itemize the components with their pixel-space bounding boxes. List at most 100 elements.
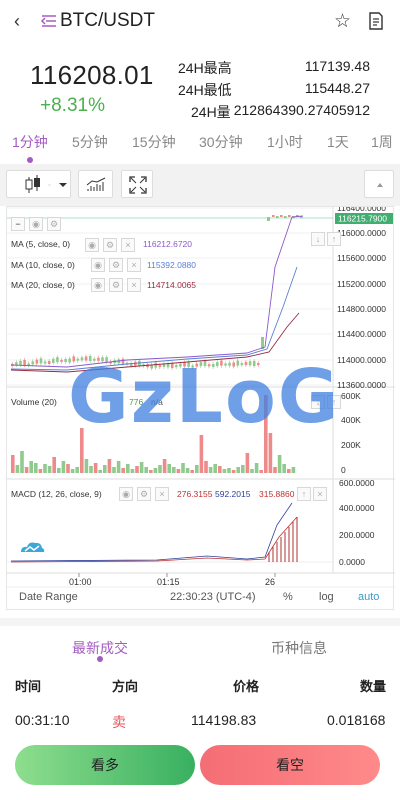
macd-value: 276.3155 xyxy=(177,489,213,499)
volume-bar xyxy=(20,451,24,473)
eye-icon[interactable]: ◉ xyxy=(91,278,105,292)
switch-pair-icon[interactable] xyxy=(40,14,58,28)
macd-signal-value: 592.2015 xyxy=(215,489,251,499)
arrow-down-icon[interactable]: ↓ xyxy=(311,232,325,246)
volume-bar xyxy=(250,469,254,473)
volume-bar xyxy=(107,459,112,473)
trade-amount: 0.018168 xyxy=(327,712,386,728)
indicator-icon xyxy=(86,177,106,191)
volume-bar xyxy=(47,466,52,473)
macd-legend: MACD (12, 26, close, 9) 276.3155 592.201… xyxy=(11,487,294,501)
indicator-ma10: MA (10, close, 0) 115392.0880 xyxy=(11,258,196,272)
chart-toolbar xyxy=(0,164,400,206)
document-icon[interactable] xyxy=(368,12,384,30)
stat-value: 212864390.27405912 xyxy=(233,102,370,118)
collapse-legend-button[interactable]: − xyxy=(11,217,25,231)
volume-bar xyxy=(176,469,181,473)
macd-tick-label: 0.0000 xyxy=(339,557,365,567)
price-tick-label: 114800.0000 xyxy=(337,304,386,314)
indicator-label: MA (5, close, 0) xyxy=(11,239,71,249)
indicators-button[interactable] xyxy=(78,170,113,198)
log-scale-button[interactable]: log xyxy=(319,591,334,603)
close-icon[interactable]: × xyxy=(127,258,141,272)
volume-bar xyxy=(98,470,102,473)
stat-label: 24H最高 xyxy=(178,60,232,76)
candle xyxy=(64,359,67,362)
macd-label: MACD (12, 26, close, 9) xyxy=(11,489,102,499)
active-tab-indicator xyxy=(97,656,103,662)
tab-1m[interactable]: 1分钟 xyxy=(12,132,48,152)
scroll-up-icon[interactable]: ↑ xyxy=(327,232,341,246)
eye-icon[interactable]: ◉ xyxy=(29,217,43,231)
volume-bar xyxy=(245,453,250,473)
fullscreen-button[interactable] xyxy=(121,170,153,198)
tab-15m[interactable]: 15分钟 xyxy=(132,132,176,152)
volume-bar xyxy=(273,467,277,473)
price-tick-label: 116000.0000 xyxy=(337,228,386,238)
volume-bar xyxy=(199,435,204,473)
tab-coin-info[interactable]: 币种信息 xyxy=(271,638,327,658)
percent-scale-button[interactable]: % xyxy=(283,591,293,603)
volume-bar xyxy=(291,467,296,473)
arrow-up-icon[interactable]: ↑ xyxy=(297,487,311,501)
tab-latest-trades[interactable]: 最新成交 xyxy=(72,638,128,658)
close-icon[interactable]: × xyxy=(155,487,169,501)
volume-bar xyxy=(38,469,43,473)
price-tick-label: 115200.0000 xyxy=(337,279,386,289)
close-icon[interactable]: × xyxy=(313,487,327,501)
date-range-button[interactable]: Date Range xyxy=(19,591,78,603)
auto-scale-button[interactable]: auto xyxy=(358,591,379,603)
gear-icon[interactable]: ⚙ xyxy=(109,258,123,272)
volume-bar xyxy=(29,461,33,473)
long-button[interactable]: 看多 xyxy=(15,745,195,785)
volume-legend: Volume (20) 776 n/a xyxy=(11,395,163,409)
indicator-value: 116212.6720 xyxy=(143,239,193,249)
volume-bar xyxy=(144,467,148,473)
volume-bar xyxy=(181,463,185,473)
tab-1h[interactable]: 1小时 xyxy=(267,132,303,152)
volume-bar xyxy=(121,468,125,473)
tab-1d[interactable]: 1天 xyxy=(327,132,349,152)
indicator-value: 114714.0065 xyxy=(147,280,197,290)
volume-bar xyxy=(93,463,98,473)
chevron-left-icon[interactable]: ‹ xyxy=(14,11,20,32)
collapse-toolbar-button[interactable] xyxy=(364,170,394,198)
volume-bar xyxy=(204,461,208,473)
gear-icon[interactable]: ⚙ xyxy=(103,238,117,252)
active-tab-indicator xyxy=(27,157,33,163)
volume-tick-label: 600K xyxy=(341,391,361,401)
col-header-amount: 数量 xyxy=(360,679,387,694)
macd-hist-value: 315.8860 xyxy=(259,489,295,499)
timezone-clock[interactable]: 22:30:23 (UTC-4) xyxy=(170,591,256,603)
volume-bar xyxy=(162,459,167,473)
volume-bar xyxy=(167,464,171,473)
tab-5m[interactable]: 5分钟 xyxy=(72,132,108,152)
gear-icon[interactable]: ⚙ xyxy=(137,487,151,501)
volume-bar xyxy=(149,470,153,473)
stat-label: 24H量 xyxy=(191,104,231,120)
eye-icon[interactable]: ◉ xyxy=(85,238,99,252)
volume-bar xyxy=(259,470,263,473)
pair-title: BTC/USDT xyxy=(60,10,155,31)
macd-series xyxy=(7,502,333,563)
eye-icon[interactable]: ◉ xyxy=(119,487,133,501)
tab-1w[interactable]: 1周 xyxy=(371,132,393,152)
candle xyxy=(288,215,291,217)
eye-icon[interactable]: ◉ xyxy=(91,258,105,272)
volume-bar xyxy=(11,455,15,473)
trade-side: 卖 xyxy=(112,714,126,730)
candle xyxy=(276,216,279,218)
volume-bar xyxy=(126,464,130,473)
short-button[interactable]: 看空 xyxy=(200,745,380,785)
volume-tick-label: 0 xyxy=(341,465,346,475)
chart-type-button[interactable] xyxy=(6,170,71,198)
indicator-value: 115392.0880 xyxy=(147,260,197,270)
close-icon[interactable]: × xyxy=(121,238,135,252)
star-icon[interactable]: ☆ xyxy=(334,10,351,33)
gear-icon[interactable]: ⚙ xyxy=(109,278,123,292)
candle xyxy=(19,360,22,365)
volume-bar xyxy=(254,463,259,473)
close-icon[interactable]: × xyxy=(127,278,141,292)
gear-icon[interactable]: ⚙ xyxy=(47,217,61,231)
tab-30m[interactable]: 30分钟 xyxy=(199,132,243,152)
